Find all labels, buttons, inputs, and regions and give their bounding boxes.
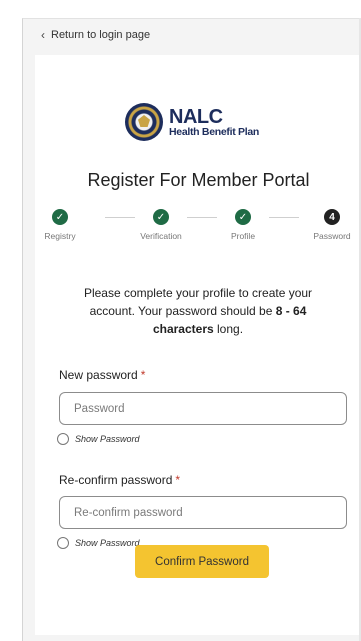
new-password-label: New password * <box>59 368 145 382</box>
step-profile: ✓ Profile <box>208 209 278 241</box>
page-frame: ‹ Return to login page NALC Health Benef… <box>22 18 361 641</box>
reconfirm-password-label-text: Re-confirm password <box>59 473 173 487</box>
progress-stepper: ✓ Registry ✓ Verification ✓ Profile 4 Pa… <box>35 209 361 253</box>
show-password-label: Show Password <box>75 538 140 548</box>
confirm-password-button[interactable]: Confirm Password <box>135 545 269 578</box>
checkbox[interactable] <box>57 537 69 549</box>
reconfirm-password-label: Re-confirm password * <box>59 473 180 487</box>
instructions-part2: long. <box>213 322 244 336</box>
step-registry: ✓ Registry <box>25 209 95 241</box>
chevron-left-icon: ‹ <box>41 28 45 42</box>
show-reconfirm-password-toggle[interactable]: Show Password <box>57 537 140 549</box>
checkbox[interactable] <box>57 433 69 445</box>
return-to-login-link[interactable]: ‹ Return to login page <box>41 29 150 41</box>
step-verification: ✓ Verification <box>126 209 196 241</box>
step-password: 4 Password <box>297 209 361 241</box>
logo-main-text: NALC <box>169 105 223 128</box>
page-title: Register For Member Portal <box>87 170 310 190</box>
new-password-label-text: New password <box>59 368 138 382</box>
required-mark: * <box>140 368 146 382</box>
instructions-text: Please complete your profile to create y… <box>71 284 325 338</box>
step-number: 4 <box>324 209 340 225</box>
logo-text: NALC Health Benefit Plan <box>169 107 259 138</box>
step-label: Password <box>313 231 351 241</box>
nalc-seal-icon <box>125 103 163 141</box>
check-icon: ✓ <box>153 209 169 225</box>
nalc-logo: NALC Health Benefit Plan <box>125 103 259 141</box>
reconfirm-password-input[interactable] <box>59 496 347 529</box>
new-password-input[interactable] <box>59 392 347 425</box>
check-icon: ✓ <box>235 209 251 225</box>
step-label: Registry <box>44 231 76 241</box>
required-mark: * <box>175 473 181 487</box>
logo-sub-text: Health Benefit Plan <box>169 125 259 138</box>
show-password-label: Show Password <box>75 434 140 444</box>
show-new-password-toggle[interactable]: Show Password <box>57 433 140 445</box>
step-label: Verification <box>140 231 182 241</box>
return-to-login-label: Return to login page <box>51 29 151 41</box>
step-label: Profile <box>230 231 256 241</box>
check-icon: ✓ <box>52 209 68 225</box>
